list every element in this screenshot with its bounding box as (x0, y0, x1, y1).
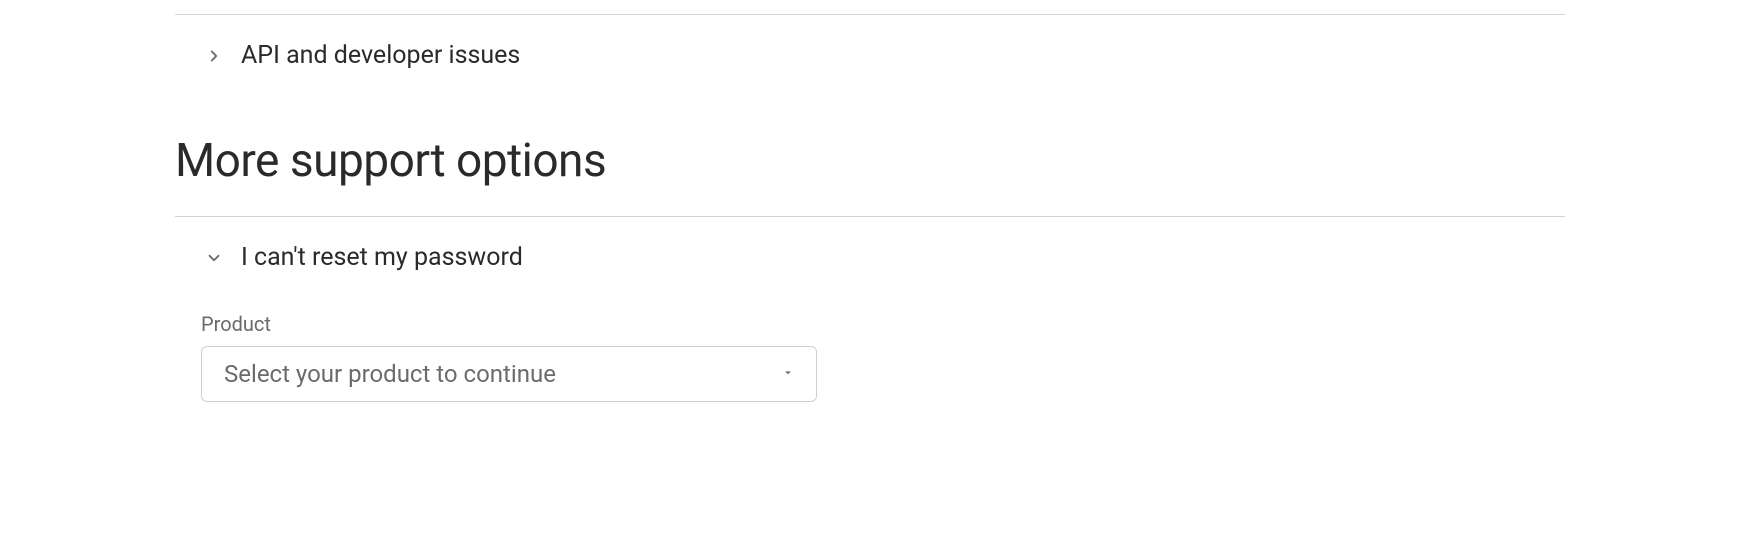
section-heading-more-support-options: More support options (175, 134, 1565, 188)
product-field-label: Product (201, 312, 1565, 336)
chevron-down-icon (205, 249, 223, 267)
chevron-right-icon (205, 47, 223, 65)
accordion-label: API and developer issues (241, 41, 520, 70)
accordion-item-reset-password[interactable]: I can't reset my password (175, 217, 1565, 298)
accordion-label: I can't reset my password (241, 243, 523, 272)
product-form-block: Product Select your product to continue (175, 312, 1565, 402)
product-select[interactable]: Select your product to continue (201, 346, 817, 402)
product-select-wrapper: Select your product to continue (201, 346, 817, 402)
accordion-item-api-developer-issues[interactable]: API and developer issues (175, 15, 1565, 96)
